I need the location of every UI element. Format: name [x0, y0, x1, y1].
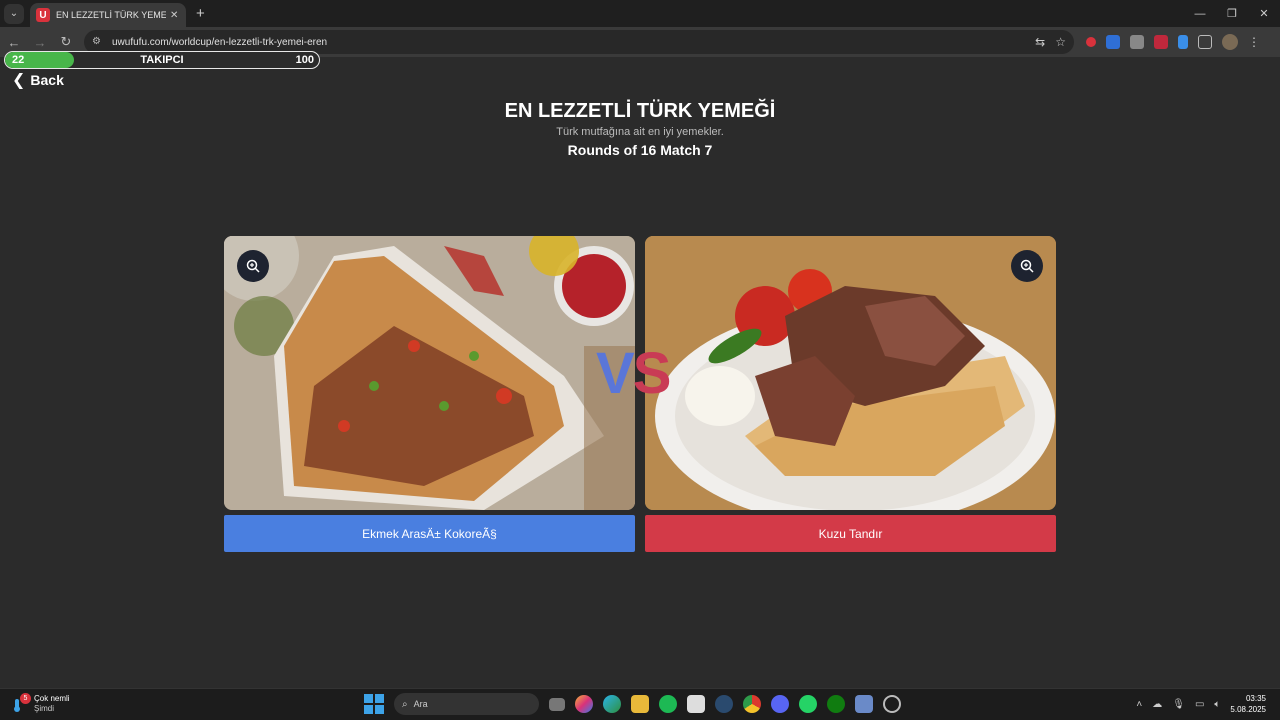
settings-icon[interactable]	[883, 695, 901, 713]
restore-icon[interactable]: ❐	[1216, 0, 1248, 27]
tab-search-icon[interactable]: ⌄	[4, 3, 24, 24]
extension-shield-icon[interactable]	[1106, 35, 1120, 49]
window-controls: — ❐ ✕	[1184, 0, 1280, 27]
taskbar-search[interactable]: ⌕ Ara	[394, 693, 539, 715]
page-subtitle: Türk mutfağına ait en iyi yemekler.	[556, 126, 724, 138]
file-explorer-icon[interactable]	[631, 695, 649, 713]
choose-right-button[interactable]: Kuzu Tandır	[645, 515, 1056, 552]
taskbar-apps: ⌕ Ara	[364, 693, 901, 715]
choose-left-button[interactable]: Ekmek ArasÄ± KokoreÃ§	[224, 515, 635, 552]
spotify-icon[interactable]	[659, 695, 677, 713]
vs-s: S	[632, 341, 672, 406]
site-info-icon[interactable]: ⚙	[92, 36, 104, 48]
edge-icon[interactable]	[603, 695, 621, 713]
windows-start-icon[interactable]	[364, 694, 384, 714]
kokorec-illustration	[224, 236, 635, 510]
back-label: Back	[30, 72, 64, 88]
progress-end-value: 100	[295, 54, 314, 66]
extensions-area: ⋮	[1086, 34, 1270, 50]
left-choice-image[interactable]	[224, 236, 635, 510]
search-icon: ⌕	[402, 698, 408, 710]
url-text: uwufufu.com/worldcup/en-lezzetli-trk-yem…	[112, 36, 328, 48]
windows-taskbar: 5 Çok nemli Şimdi ⌕ Ara ˄ ☁ 🎙︎ ▭ 🔈︎ 03:3…	[0, 688, 1280, 720]
right-choice-image[interactable]	[645, 236, 1056, 510]
volume-icon[interactable]: 🔈︎	[1214, 699, 1220, 710]
new-tab-icon[interactable]: +	[196, 5, 205, 22]
copilot-icon[interactable]	[575, 695, 593, 713]
weather-badge: 5	[20, 693, 31, 704]
page-title: EN LEZZETLİ TÜRK YEMEĞİ	[504, 100, 776, 122]
weather-title: Çok nemli	[34, 694, 70, 703]
round-indicator: Rounds of 16 Match 7	[567, 142, 713, 158]
close-icon[interactable]: ✕	[170, 10, 178, 21]
clock[interactable]: 03:35 5.08.2025	[1230, 693, 1266, 715]
extension-red-icon[interactable]	[1086, 37, 1096, 47]
task-view-icon[interactable]	[549, 697, 565, 711]
system-tray: ˄ ☁ 🎙︎ ▭ 🔈︎ 03:35 5.08.2025	[1136, 693, 1266, 715]
site-favicon-icon: U	[36, 8, 50, 22]
window-close-icon[interactable]: ✕	[1248, 0, 1280, 27]
vs-label: VS	[596, 340, 672, 407]
translate-icon[interactable]: ⇆	[1035, 35, 1045, 49]
steam-icon[interactable]	[715, 695, 733, 713]
tab-title: EN LEZZETLİ TÜRK YEMEĞİ | Uw	[56, 10, 166, 20]
whatsapp-icon[interactable]	[799, 695, 817, 713]
clock-date: 5.08.2025	[1230, 705, 1266, 714]
chevron-left-icon: ❮	[12, 72, 26, 89]
microphone-icon[interactable]: 🎙︎	[1172, 699, 1185, 710]
progress-bar: 22 TAKIPCI 100	[4, 51, 320, 69]
display-icon[interactable]: ▭	[1195, 699, 1204, 710]
search-placeholder: Ara	[413, 699, 428, 709]
minimize-icon[interactable]: —	[1184, 0, 1216, 27]
zoom-in-icon[interactable]	[1011, 250, 1043, 282]
weather-text: Çok nemli Şimdi	[34, 694, 70, 714]
omnibox-actions: ⇆ ☆	[1035, 35, 1066, 49]
extension-gray-icon[interactable]	[1130, 35, 1144, 49]
browser-tab[interactable]: U EN LEZZETLİ TÜRK YEMEĞİ | Uw ✕	[30, 3, 186, 27]
cloud-icon[interactable]: ☁	[1152, 699, 1162, 710]
extension-blue-icon[interactable]	[1178, 35, 1188, 49]
clock-time: 03:35	[1245, 694, 1266, 703]
weather-icon: 5	[12, 693, 31, 712]
profile-avatar[interactable]	[1222, 34, 1238, 50]
weather-widget[interactable]: 5 Çok nemli Şimdi	[12, 693, 70, 714]
progress-label: TAKIPCI	[140, 54, 184, 66]
discord-icon[interactable]	[771, 695, 789, 713]
chrome-icon[interactable]	[743, 695, 761, 713]
chevron-up-icon[interactable]: ˄	[1136, 699, 1142, 710]
vs-v: V	[596, 341, 635, 406]
star-icon[interactable]: ☆	[1055, 35, 1066, 49]
xbox-icon[interactable]	[827, 695, 845, 713]
extensions-icon[interactable]	[1198, 35, 1212, 49]
store-icon[interactable]	[687, 695, 705, 713]
more-icon[interactable]: ⋮	[1248, 35, 1260, 49]
weather-sub: Şimdi	[34, 704, 55, 713]
browser-tab-bar: ⌄ U EN LEZZETLİ TÜRK YEMEĞİ | Uw ✕ + — ❐…	[0, 0, 1280, 27]
app-icon[interactable]	[855, 695, 873, 713]
kuzu-tandir-illustration	[645, 236, 1056, 510]
back-button[interactable]: ❮ Back	[12, 70, 64, 90]
extension-pink-icon[interactable]	[1154, 35, 1168, 49]
zoom-in-icon[interactable]	[237, 250, 269, 282]
